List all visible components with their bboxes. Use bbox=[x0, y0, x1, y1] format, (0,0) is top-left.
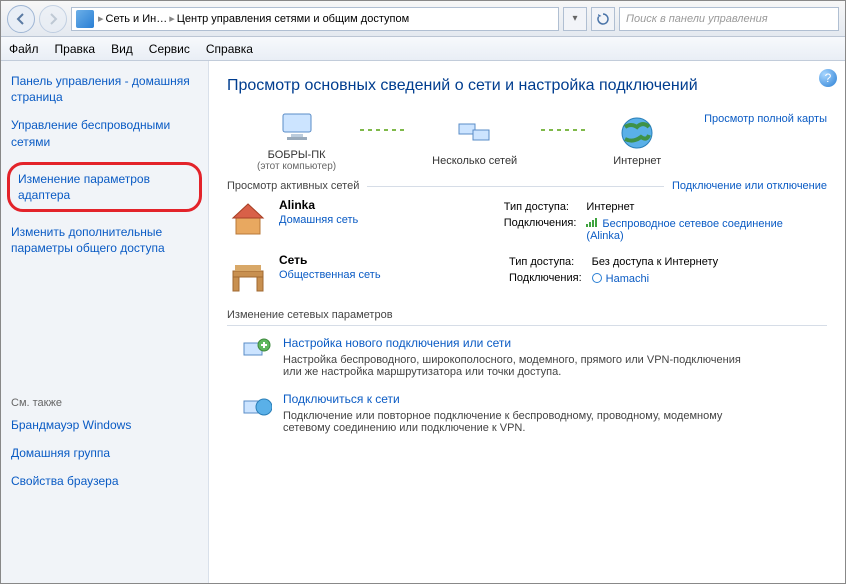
breadcrumb[interactable]: ▸ Сеть и Ин… ▸ Центр управления сетями и… bbox=[71, 7, 559, 31]
map-node-label: Несколько сетей bbox=[432, 155, 517, 167]
chevron-right-icon: ▸ bbox=[169, 12, 175, 25]
computer-icon bbox=[276, 109, 318, 145]
network-block: Сеть Общественная сеть Тип доступа:Без д… bbox=[227, 253, 827, 295]
connection-line-icon bbox=[541, 129, 589, 131]
network-type-link[interactable]: Общественная сеть bbox=[279, 269, 381, 281]
menu-view[interactable]: Вид bbox=[111, 42, 133, 56]
back-button[interactable] bbox=[7, 5, 35, 33]
menu-tools[interactable]: Сервис bbox=[149, 42, 190, 56]
menu-help[interactable]: Справка bbox=[206, 42, 253, 56]
main-content: ? Просмотр основных сведений о сети и на… bbox=[209, 61, 845, 583]
sidebar-sharing-link[interactable]: Изменить дополнительные параметры общего… bbox=[11, 224, 198, 256]
param-item: Настройка нового подключения или сети На… bbox=[227, 336, 827, 378]
network-name: Alinka bbox=[279, 198, 358, 212]
sidebar-browser-link[interactable]: Свойства браузера bbox=[11, 473, 198, 489]
menu-file[interactable]: Файл bbox=[9, 42, 39, 56]
network-params-header: Изменение сетевых параметров bbox=[227, 309, 827, 326]
new-connection-icon bbox=[241, 336, 273, 364]
globe-icon bbox=[616, 115, 658, 151]
menubar: Файл Правка Вид Сервис Справка bbox=[1, 37, 845, 61]
param-item: Подключиться к сети Подключение или повт… bbox=[227, 392, 827, 434]
access-type-value: Без доступа к Интернету bbox=[592, 255, 727, 269]
network-type-link[interactable]: Домашняя сеть bbox=[279, 214, 358, 226]
adapter-icon bbox=[592, 273, 602, 283]
see-also-header: См. также bbox=[11, 397, 198, 409]
connect-network-icon bbox=[241, 392, 273, 420]
refresh-button[interactable] bbox=[591, 7, 615, 31]
wifi-signal-icon bbox=[586, 217, 598, 227]
networks-icon bbox=[454, 115, 496, 151]
map-node-label: Интернет bbox=[613, 155, 661, 167]
access-type-label: Тип доступа: bbox=[504, 200, 585, 214]
full-map-link[interactable]: Просмотр полной карты bbox=[704, 113, 827, 125]
forward-button[interactable] bbox=[39, 5, 67, 33]
sidebar-home-link[interactable]: Панель управления - домашняя страница bbox=[11, 73, 198, 105]
setup-connection-link[interactable]: Настройка нового подключения или сети bbox=[283, 336, 511, 350]
sidebar-homegroup-link[interactable]: Домашняя группа bbox=[11, 445, 198, 461]
sidebar: Панель управления - домашняя страница Уп… bbox=[1, 61, 209, 583]
map-node-label: БОБРЫ-ПК bbox=[257, 149, 336, 161]
sidebar-wireless-link[interactable]: Управление беспроводными сетями bbox=[11, 117, 198, 149]
param-description: Настройка беспроводного, широкополосного… bbox=[283, 354, 743, 378]
home-network-icon bbox=[227, 198, 269, 240]
connections-label: Подключения: bbox=[504, 216, 585, 243]
connection-link[interactable]: Hamachi bbox=[606, 273, 649, 285]
connection-line-icon bbox=[360, 129, 408, 131]
chevron-right-icon: ▸ bbox=[98, 12, 104, 25]
access-type-label: Тип доступа: bbox=[509, 255, 590, 269]
sidebar-adapter-settings-link[interactable]: Изменение параметров адаптера bbox=[7, 162, 202, 212]
connect-to-network-link[interactable]: Подключиться к сети bbox=[283, 392, 400, 406]
map-node-sublabel: (этот компьютер) bbox=[257, 161, 336, 172]
network-block: Alinka Домашняя сеть Тип доступа:Интерне… bbox=[227, 198, 827, 245]
breadcrumb-segment[interactable]: Центр управления сетями и общим доступом bbox=[177, 13, 409, 25]
breadcrumb-segment[interactable]: Сеть и Ин… bbox=[106, 13, 168, 25]
page-title: Просмотр основных сведений о сети и наст… bbox=[227, 77, 827, 95]
connect-disconnect-link[interactable]: Подключение или отключение bbox=[672, 180, 827, 192]
dropdown-button[interactable]: ▾ bbox=[563, 7, 587, 31]
param-description: Подключение или повторное подключение к … bbox=[283, 410, 743, 434]
menu-edit[interactable]: Правка bbox=[55, 42, 96, 56]
connections-label: Подключения: bbox=[509, 271, 590, 286]
divider bbox=[367, 186, 664, 187]
help-icon[interactable]: ? bbox=[819, 69, 837, 87]
sidebar-firewall-link[interactable]: Брандмауэр Windows bbox=[11, 417, 198, 433]
access-type-value: Интернет bbox=[586, 200, 825, 214]
connection-link[interactable]: Беспроводное сетевое соединение (Alinka) bbox=[586, 218, 782, 242]
active-networks-header: Просмотр активных сетей bbox=[227, 180, 359, 192]
nav-toolbar: ▸ Сеть и Ин… ▸ Центр управления сетями и… bbox=[1, 1, 845, 37]
search-input[interactable]: Поиск в панели управления bbox=[619, 7, 839, 31]
network-map: БОБРЫ-ПК (этот компьютер) Несколько сете… bbox=[227, 109, 827, 172]
public-network-icon bbox=[227, 253, 269, 295]
network-name: Сеть bbox=[279, 253, 381, 267]
control-panel-icon bbox=[76, 10, 94, 28]
